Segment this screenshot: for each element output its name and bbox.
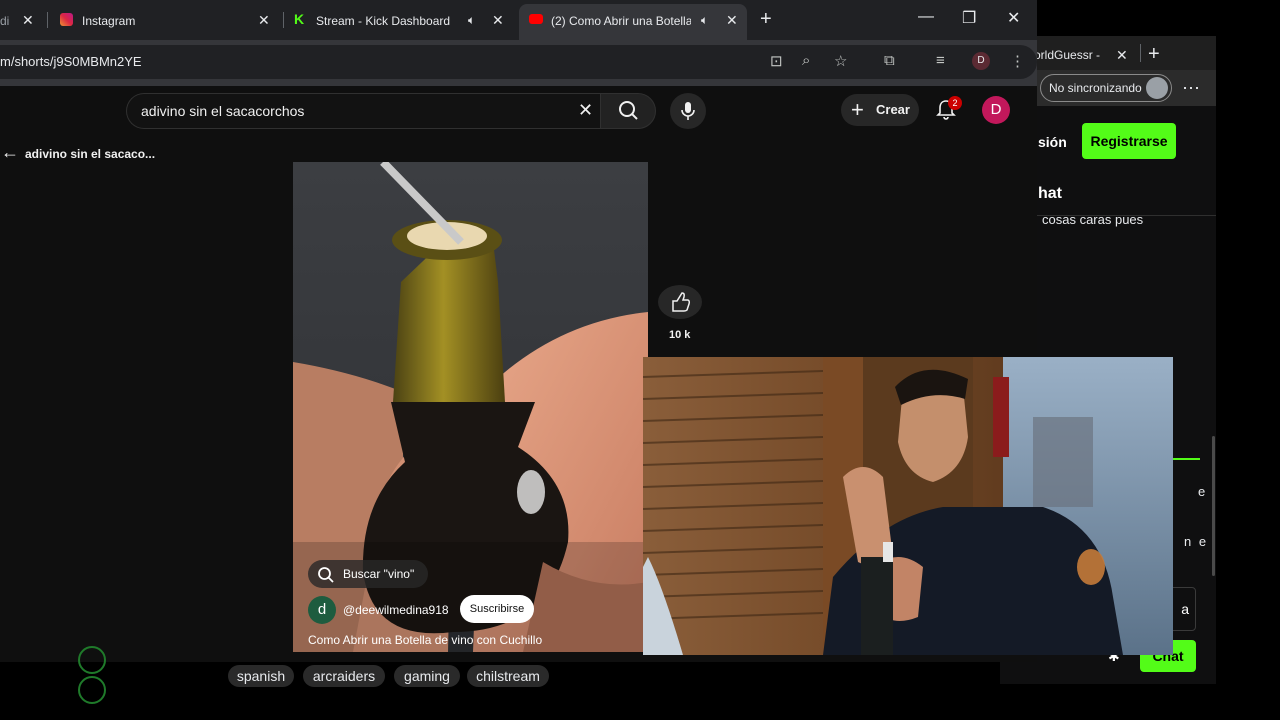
channel-avatar[interactable]: d — [308, 596, 336, 624]
like-button[interactable] — [658, 285, 702, 319]
channel-handle[interactable]: @deewilmedina918 — [343, 603, 449, 617]
tab-close-icon[interactable]: ✕ — [726, 12, 738, 29]
clear-search-icon[interactable]: ✕ — [578, 100, 593, 121]
tag-chip[interactable]: spanish — [228, 665, 294, 687]
like-count: 10 k — [669, 329, 691, 341]
window-close-button[interactable]: ✕ — [1007, 8, 1020, 28]
zoom-icon[interactable]: ⌕ — [802, 52, 810, 69]
tab-close-icon[interactable]: ✕ — [1116, 40, 1128, 70]
create-label: Crear — [876, 102, 910, 117]
tab-close-icon[interactable]: ✕ — [492, 12, 504, 29]
search-suggestion-chip[interactable]: Buscar "vino" — [308, 560, 428, 588]
extensions-icon[interactable]: ⧉ — [884, 52, 895, 69]
tab-close-icon[interactable]: ✕ — [258, 12, 270, 29]
instagram-icon — [60, 13, 73, 26]
more-menu-icon[interactable]: ⋯ — [1182, 70, 1200, 106]
back-arrow-icon[interactable]: ← — [1, 142, 19, 163]
new-tab-button[interactable]: + — [760, 8, 772, 31]
tab-youtube-active[interactable]: (2) Como Abrir una Botella 🔈︎ ✕ — [519, 4, 747, 40]
speaker-icon[interactable]: 🔈︎ — [468, 13, 475, 28]
tab-label: Instagram — [82, 14, 136, 28]
restore-button[interactable]: ❐ — [962, 8, 976, 28]
thumbs-up-icon — [672, 292, 691, 312]
tab-label: di — [0, 14, 10, 28]
notification-badge: 2 — [948, 96, 962, 110]
new-tab-icon[interactable]: + — [1148, 40, 1160, 68]
search-icon — [619, 101, 638, 120]
tab-instagram[interactable]: Instagram ✕ — [48, 4, 280, 40]
decorative-ring — [78, 646, 106, 674]
chat-title: hat — [1038, 185, 1062, 202]
youtube-icon — [529, 14, 543, 24]
tab-bar: di ✕ Instagram ✕ K Stream - Kick Dashboa… — [0, 0, 1037, 40]
microphone-icon — [681, 102, 695, 120]
address-toolbar: m/shorts/j9S0MBMn2YE ⊡ ⌕ ☆ ⧉ ≡ ⋮ — [0, 40, 1037, 86]
search-button[interactable] — [600, 93, 656, 129]
desktop-screen: orldGuessr - ✕ + No sincronizando ⋯ sión… — [0, 0, 1280, 720]
plus-icon: + — [851, 97, 864, 122]
create-button[interactable]: + Crear — [841, 94, 919, 126]
kick-icon: K — [294, 11, 305, 27]
bookmark-star-icon[interactable]: ☆ — [834, 52, 847, 70]
search-icon — [318, 567, 334, 583]
search-query-text: adivino sin el sacacorchos — [141, 103, 305, 119]
tag-chip[interactable]: arcraiders — [303, 665, 385, 687]
sync-status-label: No sincronizando — [1049, 81, 1142, 95]
minimize-button[interactable]: — — [918, 8, 934, 26]
login-link[interactable]: sión — [1038, 134, 1067, 150]
tab-partial[interactable]: di ✕ — [0, 4, 45, 40]
chat-text-fragment: n e — [1184, 534, 1209, 549]
speaker-icon[interactable]: 🔈︎ — [701, 13, 708, 28]
account-avatar[interactable]: D — [982, 96, 1010, 124]
tag-chip[interactable]: chilstream — [467, 665, 549, 687]
search-chip-label: Buscar "vino" — [343, 567, 415, 581]
subscribe-button[interactable]: Suscribirse — [460, 595, 534, 623]
profile-avatar-icon — [1146, 77, 1168, 99]
search-results-label[interactable]: adivino sin el sacaco... — [25, 147, 155, 161]
tab-close-icon[interactable]: ✕ — [22, 12, 34, 29]
register-button[interactable]: Registrarse — [1082, 123, 1176, 159]
voice-search-button[interactable] — [670, 93, 706, 129]
tab-label: Stream - Kick Dashboard — [316, 14, 451, 28]
media-control-icon[interactable]: ≡ — [936, 52, 945, 69]
decorative-ring — [78, 676, 106, 704]
tab-label: (2) Como Abrir una Botella — [551, 14, 691, 28]
webcam-feed-image — [643, 357, 1173, 655]
video-title[interactable]: Como Abrir una Botella de vino con Cuchi… — [308, 633, 542, 647]
sync-status-button[interactable]: No sincronizando — [1040, 74, 1172, 102]
chat-message: cosas caras pues — [1042, 212, 1144, 227]
url-text: m/shorts/j9S0MBMn2YE — [0, 54, 142, 69]
tab-separator — [1140, 44, 1141, 62]
divider — [1170, 458, 1200, 460]
scrollbar[interactable] — [1212, 436, 1215, 576]
tab-kick-dashboard[interactable]: K Stream - Kick Dashboard 🔈︎ ✕ — [284, 4, 516, 40]
webcam-overlay — [643, 357, 1173, 655]
install-app-icon[interactable]: ⊡ — [770, 52, 783, 70]
tag-chip[interactable]: gaming — [394, 665, 460, 687]
chrome-menu-icon[interactable]: ⋮ — [1010, 52, 1025, 70]
profile-avatar[interactable]: D — [972, 52, 990, 70]
address-bar[interactable]: m/shorts/j9S0MBMn2YE — [0, 45, 1037, 79]
search-input[interactable]: adivino sin el sacacorchos — [126, 93, 600, 129]
chat-text-fragment: e — [1198, 484, 1206, 499]
